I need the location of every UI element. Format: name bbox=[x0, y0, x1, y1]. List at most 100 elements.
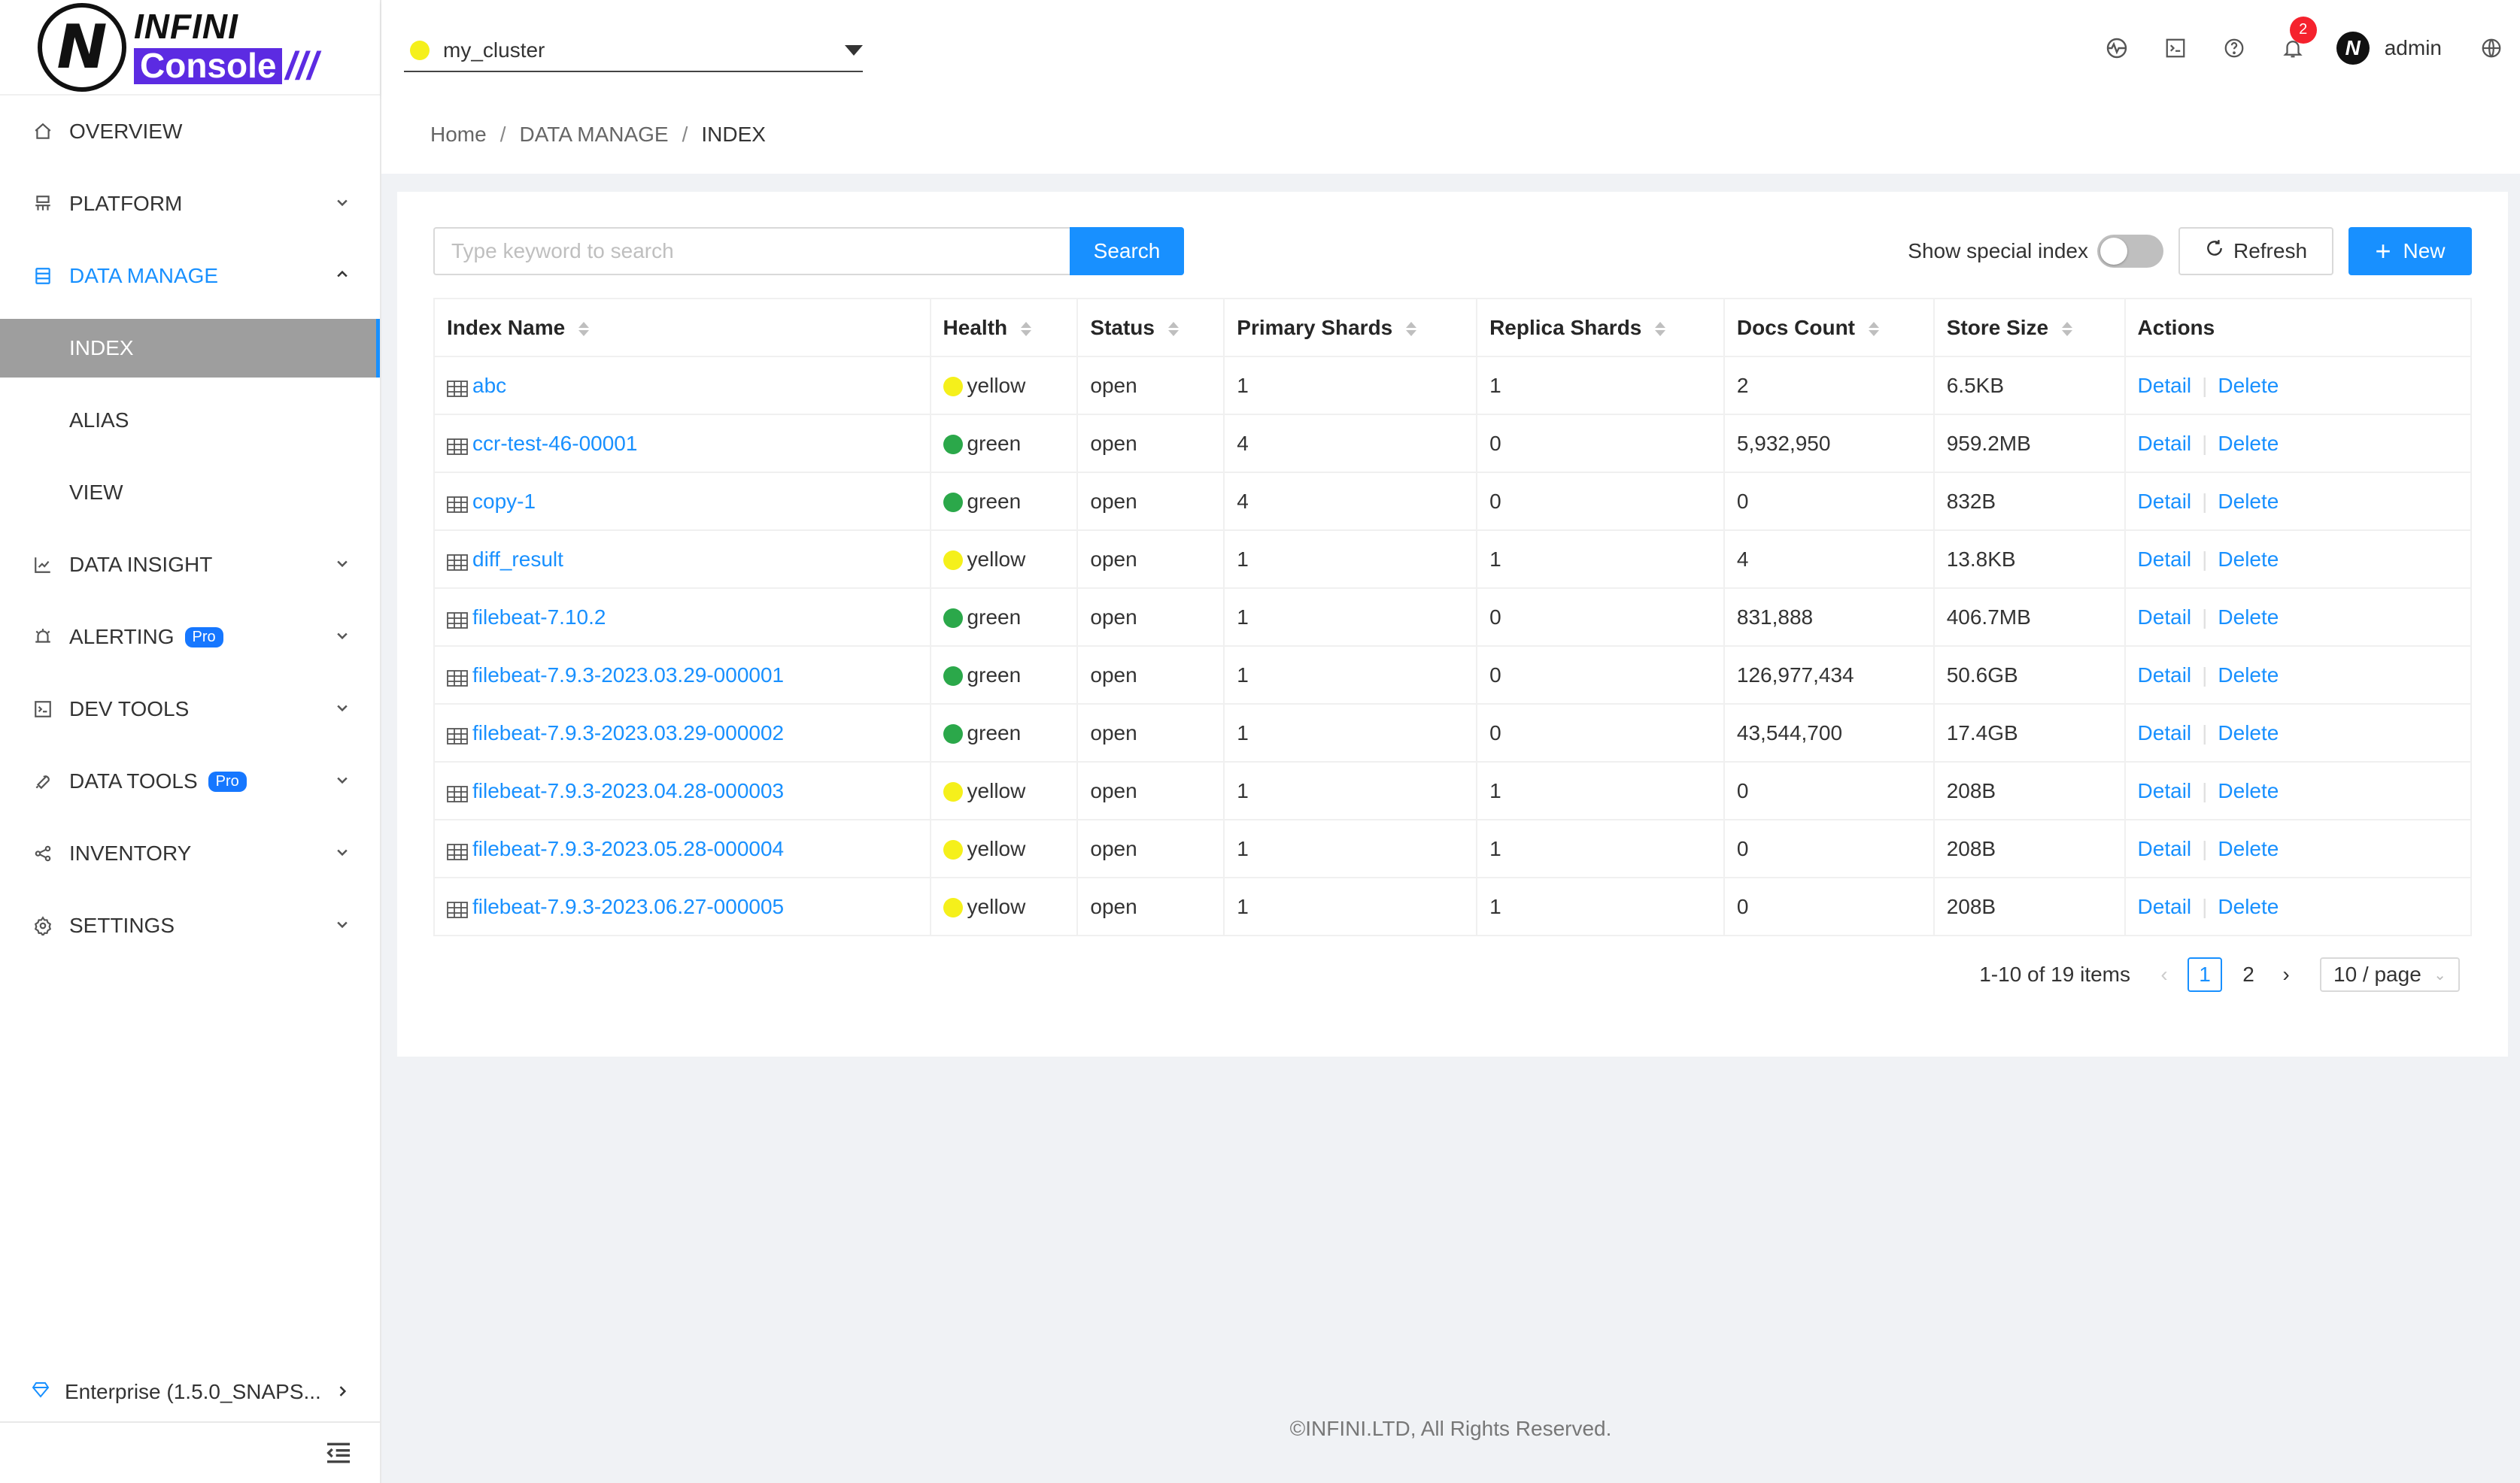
delete-link[interactable]: Delete bbox=[2218, 374, 2279, 397]
detail-link[interactable]: Detail bbox=[2138, 605, 2192, 629]
monitor-icon[interactable] bbox=[2102, 33, 2132, 63]
index-name-link[interactable]: ccr-test-46-00001 bbox=[472, 432, 637, 455]
delete-link[interactable]: Delete bbox=[2218, 837, 2279, 860]
delete-link[interactable]: Delete bbox=[2218, 663, 2279, 687]
help-icon[interactable] bbox=[2219, 33, 2249, 63]
cell-primary-shards: 1 bbox=[1224, 530, 1478, 589]
column-header-status[interactable]: Status bbox=[1077, 299, 1225, 357]
detail-link[interactable]: Detail bbox=[2138, 374, 2192, 397]
diamond-icon bbox=[32, 1381, 50, 1404]
user-menu[interactable]: N admin bbox=[2336, 31, 2442, 65]
delete-link[interactable]: Delete bbox=[2218, 895, 2279, 918]
column-header-index-name[interactable]: Index Name bbox=[434, 299, 931, 357]
cell-store-size: 17.4GB bbox=[1933, 704, 2126, 763]
search-button[interactable]: Search bbox=[1070, 227, 1184, 275]
bell-icon[interactable]: 2 bbox=[2278, 16, 2317, 63]
detail-link[interactable]: Detail bbox=[2138, 432, 2192, 455]
detail-link[interactable]: Detail bbox=[2138, 779, 2192, 802]
detail-link[interactable]: Detail bbox=[2138, 663, 2192, 687]
chevron-right-icon bbox=[335, 1380, 350, 1404]
detail-link[interactable]: Detail bbox=[2138, 547, 2192, 571]
sidebar-item-data-manage[interactable]: DATA MANAGE bbox=[0, 240, 380, 312]
cell-health: yellow bbox=[930, 878, 1079, 936]
index-name-link[interactable]: filebeat-7.9.3-2023.03.29-000001 bbox=[472, 663, 784, 687]
table-row: filebeat-7.9.3-2023.03.29-000002 green ope… bbox=[434, 704, 2471, 763]
index-name-link[interactable]: filebeat-7.9.3-2023.04.28-000003 bbox=[472, 779, 784, 802]
page-size-select[interactable]: 10 / page ⌄ bbox=[2320, 957, 2460, 992]
sidebar-item-dev-tools[interactable]: DEV TOOLS bbox=[0, 673, 380, 745]
edition-info[interactable]: Enterprise (1.5.0_SNAPS... bbox=[0, 1363, 380, 1423]
refresh-button[interactable]: Refresh bbox=[2178, 227, 2333, 275]
toolbar: Show special index Refresh + New bbox=[1908, 227, 2472, 275]
index-name-link[interactable]: filebeat-7.9.3-2023.05.28-000004 bbox=[472, 837, 784, 860]
sidebar-subitem-view[interactable]: VIEW bbox=[0, 456, 380, 529]
index-name-link[interactable]: filebeat-7.10.2 bbox=[472, 605, 606, 629]
index-name-link[interactable]: filebeat-7.9.3-2023.03.29-000002 bbox=[472, 721, 784, 745]
detail-link[interactable]: Detail bbox=[2138, 895, 2192, 918]
cell-index-name: filebeat-7.10.2 bbox=[434, 588, 931, 647]
chevron-down-icon bbox=[335, 772, 350, 792]
column-header-store-size[interactable]: Store Size bbox=[1933, 299, 2126, 357]
detail-link[interactable]: Detail bbox=[2138, 837, 2192, 860]
special-index-toggle[interactable] bbox=[2097, 235, 2163, 268]
delete-link[interactable]: Delete bbox=[2218, 490, 2279, 513]
delete-link[interactable]: Delete bbox=[2218, 432, 2279, 455]
delete-link[interactable]: Delete bbox=[2218, 779, 2279, 802]
column-header-docs-count[interactable]: Docs Count bbox=[1723, 299, 1935, 357]
sidebar-item-alerting[interactable]: ALERTING Pro bbox=[0, 601, 380, 673]
caret-down-icon bbox=[845, 45, 863, 56]
health-dot bbox=[943, 898, 963, 918]
globe-icon[interactable] bbox=[2476, 33, 2506, 63]
logo[interactable]: N INFINI Console /// bbox=[0, 0, 380, 96]
sidebar-item-platform[interactable]: PLATFORM bbox=[0, 168, 380, 240]
sidebar-item-inventory[interactable]: INVENTORY bbox=[0, 817, 380, 890]
chevron-down-icon bbox=[335, 917, 350, 936]
prev-page-icon[interactable]: ‹ bbox=[2153, 963, 2175, 987]
sidebar-item-label: DATA INSIGHT bbox=[69, 553, 213, 576]
page-1[interactable]: 1 bbox=[2188, 957, 2222, 992]
delete-link[interactable]: Delete bbox=[2218, 721, 2279, 745]
pro-badge: Pro bbox=[184, 626, 223, 647]
database-icon bbox=[32, 265, 54, 287]
delete-link[interactable]: Delete bbox=[2218, 605, 2279, 629]
index-name-link[interactable]: abc bbox=[472, 374, 506, 397]
sidebar-item-data-tools[interactable]: DATA TOOLS Pro bbox=[0, 745, 380, 817]
health-dot bbox=[943, 493, 963, 513]
cell-status: open bbox=[1077, 878, 1225, 936]
table-icon bbox=[447, 842, 468, 861]
table-header-row: Index Name Health Status Primary Shards … bbox=[434, 299, 2471, 357]
collapse-menu-icon[interactable] bbox=[323, 1438, 354, 1468]
sidebar: N INFINI Console /// OVERVIEW PLATFORM D… bbox=[0, 0, 381, 1483]
column-header-health[interactable]: Health bbox=[930, 299, 1079, 357]
top-header: my_cluster 2 N admin bbox=[381, 0, 2520, 96]
new-button[interactable]: + New bbox=[2348, 227, 2472, 275]
health-dot bbox=[943, 550, 963, 571]
cell-store-size: 13.8KB bbox=[1933, 530, 2126, 589]
console-icon[interactable] bbox=[2160, 33, 2191, 63]
column-header-replica-shards[interactable]: Replica Shards bbox=[1477, 299, 1725, 357]
detail-link[interactable]: Detail bbox=[2138, 490, 2192, 513]
breadcrumb-data-manage[interactable]: DATA MANAGE bbox=[519, 123, 668, 147]
index-name-link[interactable]: filebeat-7.9.3-2023.06.27-000005 bbox=[472, 895, 784, 918]
breadcrumb-current: INDEX bbox=[701, 123, 766, 146]
cell-replica-shards: 0 bbox=[1477, 414, 1725, 473]
sidebar-item-data-insight[interactable]: DATA INSIGHT bbox=[0, 529, 380, 601]
column-header-primary-shards[interactable]: Primary Shards bbox=[1224, 299, 1478, 357]
logo-mark: N bbox=[38, 2, 126, 92]
sidebar-subitem-index[interactable]: INDEX bbox=[0, 319, 380, 378]
avatar: N bbox=[2336, 31, 2370, 65]
search-input[interactable] bbox=[433, 227, 1070, 275]
sidebar-item-settings[interactable]: SETTINGS bbox=[0, 890, 380, 962]
detail-link[interactable]: Detail bbox=[2138, 721, 2192, 745]
cell-actions: Detail | Delete bbox=[2124, 414, 2471, 473]
sidebar-item-overview[interactable]: OVERVIEW bbox=[0, 96, 380, 168]
sidebar-subitem-alias[interactable]: ALIAS bbox=[0, 384, 380, 456]
page-2[interactable]: 2 bbox=[2231, 957, 2266, 992]
delete-link[interactable]: Delete bbox=[2218, 547, 2279, 571]
cluster-select[interactable]: my_cluster bbox=[404, 30, 863, 72]
index-name-link[interactable]: copy-1 bbox=[472, 490, 536, 513]
index-name-link[interactable]: diff_result bbox=[472, 547, 563, 571]
breadcrumb-separator: / bbox=[682, 123, 688, 146]
next-page-icon[interactable]: › bbox=[2275, 963, 2297, 987]
breadcrumb-home[interactable]: Home bbox=[430, 123, 487, 147]
